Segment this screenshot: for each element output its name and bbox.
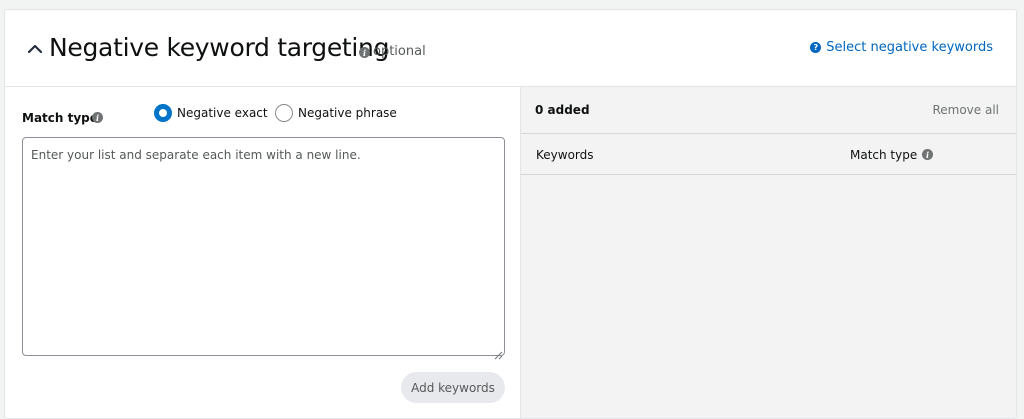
remove-all-button[interactable]: Remove all [932,103,999,117]
info-icon[interactable]: i [922,149,933,160]
radio-label: Negative exact [177,106,268,120]
radio-checked-icon [154,104,172,122]
keywords-textarea[interactable] [22,137,505,356]
radio-negative-phrase[interactable]: Negative phrase [275,103,397,123]
info-icon[interactable]: i [359,47,370,58]
help-link-label: Select negative keywords [826,40,993,55]
select-negative-keywords-link[interactable]: ? Select negative keywords [810,40,993,55]
added-keywords-column: 0 added Remove all Keywords Match type i [520,87,1016,418]
radio-negative-exact[interactable]: Negative exact [154,103,268,123]
radio-label: Negative phrase [298,106,397,120]
section-title: Negative keyword targeting [49,33,390,62]
chevron-up-icon[interactable] [26,42,48,58]
match-type-label: Match type [22,111,98,125]
info-icon[interactable]: i [92,112,103,123]
add-keywords-button[interactable]: Add keywords [401,372,505,403]
negative-keyword-panel: Negative keyword targeting i optional ? … [4,9,1017,419]
added-keywords-header: 0 added Remove all [521,87,1016,134]
keyword-entry-column: Match type i Negative exact Negative phr… [5,87,519,418]
added-count: 0 added [535,103,590,117]
question-circle-icon: ? [810,42,822,53]
section-header: Negative keyword targeting i optional ? … [5,10,1016,87]
radio-unchecked-icon [275,104,293,122]
column-header-keywords: Keywords [536,148,594,162]
optional-label: optional [373,44,426,59]
table-header: Keywords Match type i [521,134,1016,175]
column-header-match-type: Match type [850,148,918,162]
